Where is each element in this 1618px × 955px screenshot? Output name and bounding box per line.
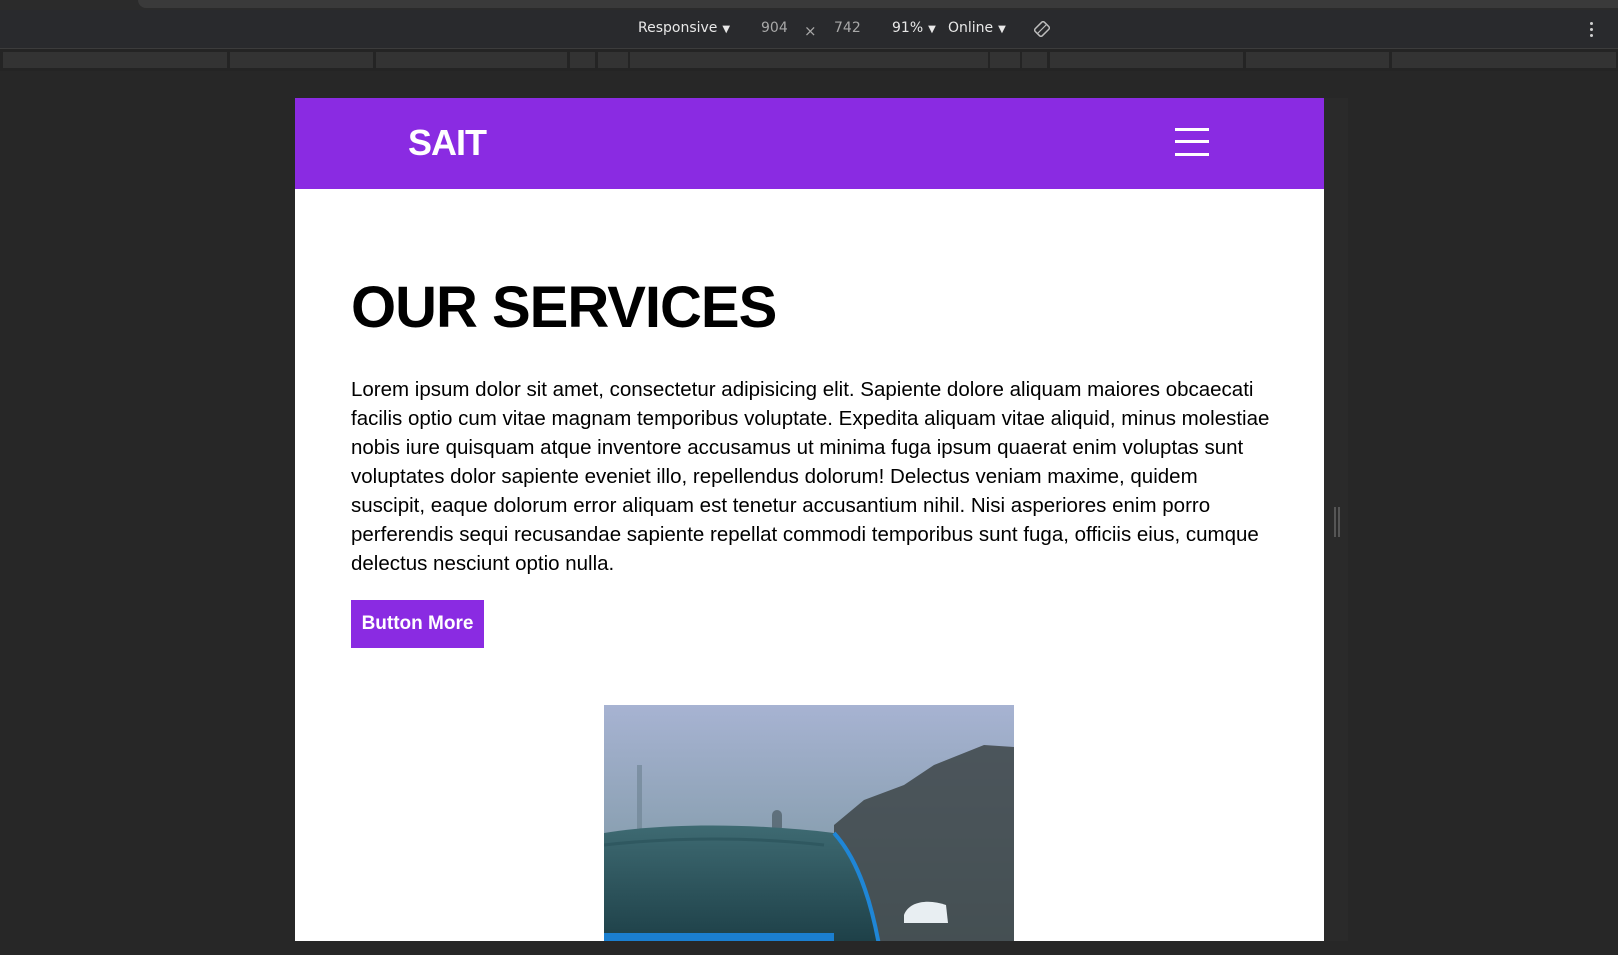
zoom-select[interactable]: 91% ▼ <box>892 20 936 36</box>
device-select[interactable]: Responsive ▼ <box>638 20 730 36</box>
device-toolbar: Responsive ▼ 904 × 742 91% ▼ Online ▼ <box>0 10 1618 49</box>
media-query-segment[interactable] <box>230 52 373 68</box>
viewport-height-input[interactable]: 742 <box>834 20 861 36</box>
chevron-down-icon: ▼ <box>998 24 1006 35</box>
media-query-segment[interactable] <box>1050 52 1243 68</box>
rotate-icon[interactable] <box>1034 21 1050 37</box>
chevron-down-icon: ▼ <box>928 24 936 35</box>
network-throttle-select[interactable]: Online ▼ <box>948 20 1006 36</box>
media-query-segment[interactable] <box>630 52 988 68</box>
page-title: OUR SERVICES <box>351 275 777 340</box>
services-description: Lorem ipsum dolor sit amet, consectetur … <box>351 378 1270 575</box>
site-logo[interactable]: SAIT <box>408 122 487 164</box>
media-query-segment[interactable] <box>570 52 595 68</box>
device-viewport: SAIT OUR SERVICES Lorem ipsum dolor sit … <box>295 98 1324 941</box>
dimension-separator: × <box>804 22 817 40</box>
browser-top-strip <box>0 0 1618 10</box>
zoom-label: 91% <box>892 20 924 36</box>
car-image <box>604 705 1014 941</box>
media-query-segment[interactable] <box>598 52 628 68</box>
chevron-down-icon: ▼ <box>722 24 731 35</box>
media-query-segment[interactable] <box>1022 52 1047 68</box>
site-navbar: SAIT <box>295 98 1324 189</box>
network-label: Online <box>948 20 994 36</box>
more-options-icon[interactable] <box>1590 22 1594 38</box>
viewport-width-input[interactable]: 904 <box>761 20 788 36</box>
device-select-label: Responsive <box>638 20 718 36</box>
button-more[interactable]: Button More <box>351 600 484 648</box>
hamburger-menu-icon[interactable] <box>1175 128 1209 156</box>
media-query-segment[interactable] <box>1246 52 1389 68</box>
media-query-segment[interactable] <box>376 52 567 68</box>
media-query-segment[interactable] <box>990 52 1020 68</box>
car-image-graphic <box>604 705 1014 941</box>
media-query-segment[interactable] <box>3 52 227 68</box>
media-query-bar <box>0 49 1618 71</box>
browser-tab-edge <box>138 0 1618 8</box>
resize-handle-icon[interactable] <box>1334 507 1340 537</box>
media-query-segment[interactable] <box>1392 52 1616 68</box>
